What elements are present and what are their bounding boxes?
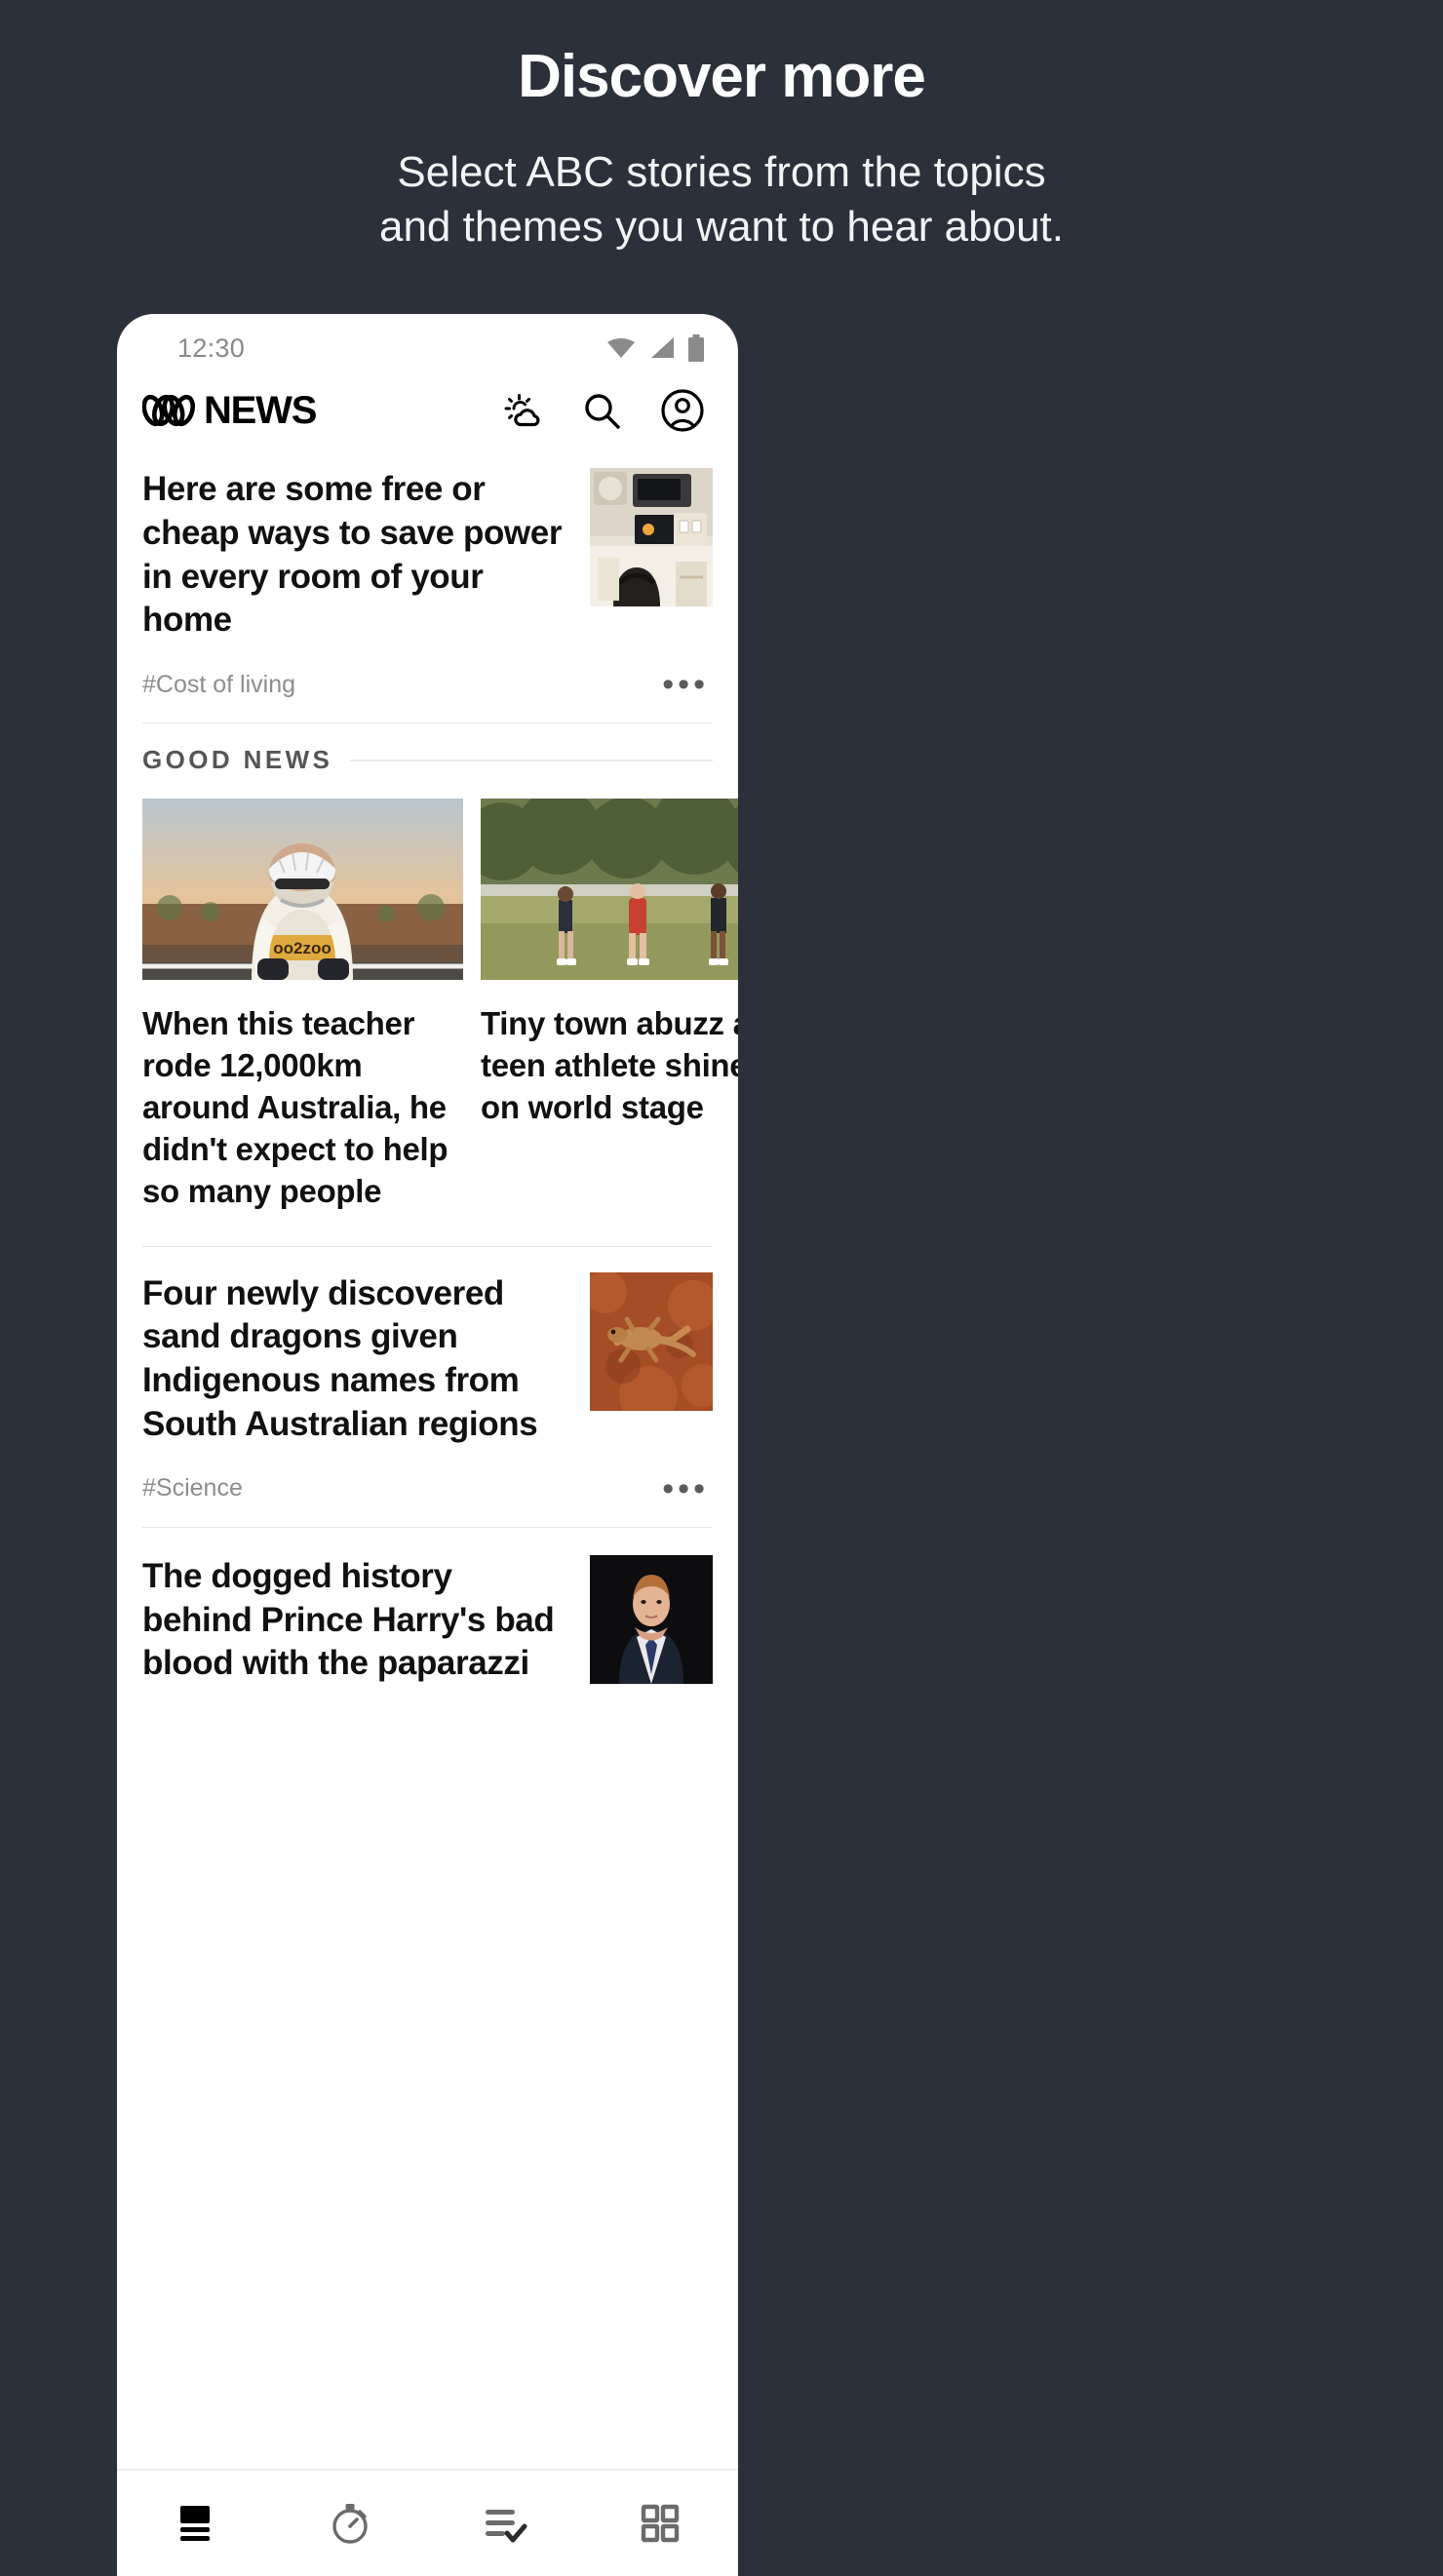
lead-story[interactable]: Here are some free or cheap ways to save… <box>117 452 738 643</box>
carousel-card-image: oo2zoo <box>142 799 463 981</box>
nav-my-news[interactable] <box>428 2504 583 2543</box>
bottom-navigation <box>117 2469 738 2576</box>
status-icons <box>606 334 705 362</box>
battery-icon <box>688 334 704 362</box>
page-title: Discover more <box>518 43 926 110</box>
page-subtitle: Select ABC stories from the topics and t… <box>0 145 1443 255</box>
science-story-meta: #Science ••• <box>117 1447 738 1527</box>
nav-browse[interactable] <box>583 2502 738 2545</box>
carousel-card[interactable]: Tiny town abuzz as teen athlete shines o… <box>481 799 738 1212</box>
science-story-thumbnail <box>590 1271 713 1411</box>
carousel-card[interactable]: oo2zoo When this teacher rode 12,000km a… <box>142 799 463 1212</box>
abc-lissajous-logo-icon <box>142 394 195 427</box>
science-story[interactable]: Four newly discovered sand dragons given… <box>117 1247 738 1447</box>
lead-story-thumbnail <box>590 468 713 606</box>
science-story-more-button[interactable]: ••• <box>662 1472 709 1505</box>
search-icon[interactable] <box>580 389 623 432</box>
promo-header: Discover more Select ABC stories from th… <box>0 0 1443 255</box>
page-subtitle-line2: and themes you want to hear about. <box>378 203 1065 252</box>
science-story-tag[interactable]: #Science <box>142 1474 243 1503</box>
browse-grid-icon <box>642 2504 680 2543</box>
weather-icon[interactable] <box>500 389 543 432</box>
brand-logo[interactable]: NEWS <box>142 389 317 432</box>
brand-text: NEWS <box>204 389 317 432</box>
harry-story[interactable]: The dogged history behind Prince Harry's… <box>117 1528 738 1686</box>
cellular-signal-icon <box>651 337 674 358</box>
app-bar-actions <box>500 388 711 433</box>
section-label: GOOD NEWS <box>142 745 333 775</box>
nav-top-stories[interactable] <box>117 2504 272 2543</box>
account-icon[interactable] <box>660 388 705 433</box>
wifi-icon <box>607 338 635 358</box>
science-story-headline: Four newly discovered sand dragons given… <box>142 1273 538 1444</box>
harry-story-headline: The dogged history behind Prince Harry's… <box>142 1556 555 1683</box>
svg-text:oo2zoo: oo2zoo <box>273 939 332 957</box>
lead-story-more-button[interactable]: ••• <box>662 668 709 701</box>
lead-story-headline: Here are some free or cheap ways to save… <box>142 470 563 640</box>
carousel-card-headline: When this teacher rode 12,000km around A… <box>142 1005 448 1209</box>
my-news-checklist-icon <box>486 2510 527 2543</box>
lead-story-tag[interactable]: #Cost of living <box>142 671 295 699</box>
phone-mockup: 12:30 NEWS Here are some free or cheap w… <box>117 314 738 2576</box>
status-bar: 12:30 <box>117 314 738 369</box>
just-in-stopwatch-icon <box>332 2504 368 2544</box>
lead-story-meta: #Cost of living ••• <box>117 643 738 722</box>
nav-just-in[interactable] <box>272 2501 427 2546</box>
carousel-card-headline: Tiny town abuzz as teen athlete shines o… <box>481 1005 738 1125</box>
carousel-card-image <box>481 799 738 981</box>
app-bar: NEWS <box>117 369 738 452</box>
top-stories-icon <box>179 2506 210 2541</box>
good-news-carousel[interactable]: oo2zoo When this teacher rode 12,000km a… <box>117 775 738 1212</box>
section-rule <box>350 759 713 761</box>
harry-story-thumbnail <box>590 1554 713 1684</box>
status-time: 12:30 <box>177 332 246 363</box>
section-header-good-news: GOOD NEWS <box>117 723 738 775</box>
page-subtitle-line1: Select ABC stories from the topics <box>397 147 1046 196</box>
